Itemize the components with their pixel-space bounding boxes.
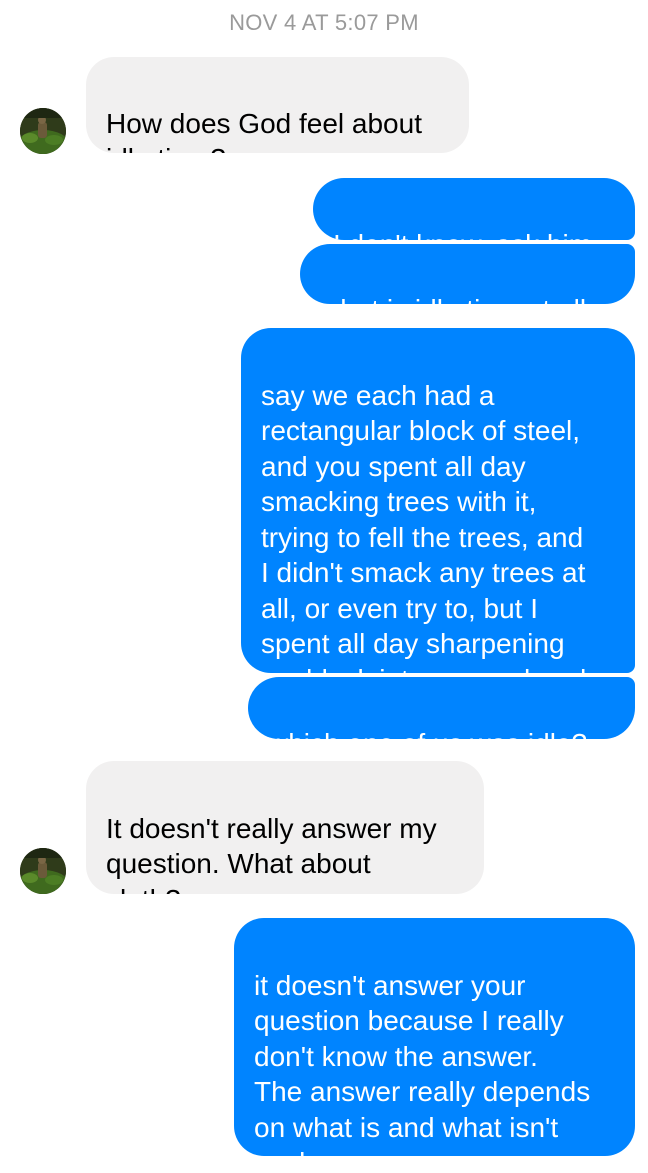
outgoing-message-bubble[interactable]: I don't know, ask him (313, 178, 635, 240)
message-text: it doesn't answer your question because … (254, 969, 591, 1157)
outgoing-message-bubble[interactable]: what is idle time at all (300, 244, 635, 304)
outgoing-message-bubble[interactable]: say we each had a rectangular block of s… (241, 328, 635, 673)
outgoing-message-bubble[interactable]: it doesn't answer your question because … (234, 918, 635, 1156)
avatar-photo-icon (20, 108, 66, 154)
message-text: It doesn't really answer my question. Wh… (106, 812, 437, 895)
avatar-photo-icon (20, 848, 66, 894)
incoming-message-bubble[interactable]: It doesn't really answer my question. Wh… (86, 761, 484, 894)
message-text: what is idle time at all (320, 294, 586, 305)
message-text: I don't know, ask him (333, 229, 592, 241)
message-text: say we each had a rectangular block of s… (261, 379, 586, 674)
contact-avatar[interactable] (20, 108, 66, 154)
conversation-timestamp: NOV 4 AT 5:07 PM (229, 10, 419, 35)
message-text: How does God feel about idle time? (106, 107, 422, 154)
outgoing-message-bubble[interactable]: which one of us was idle? (248, 677, 635, 739)
contact-avatar[interactable] (20, 848, 66, 894)
incoming-message-bubble[interactable]: How does God feel about idle time? (86, 57, 469, 153)
message-text: which one of us was idle? (268, 728, 587, 740)
